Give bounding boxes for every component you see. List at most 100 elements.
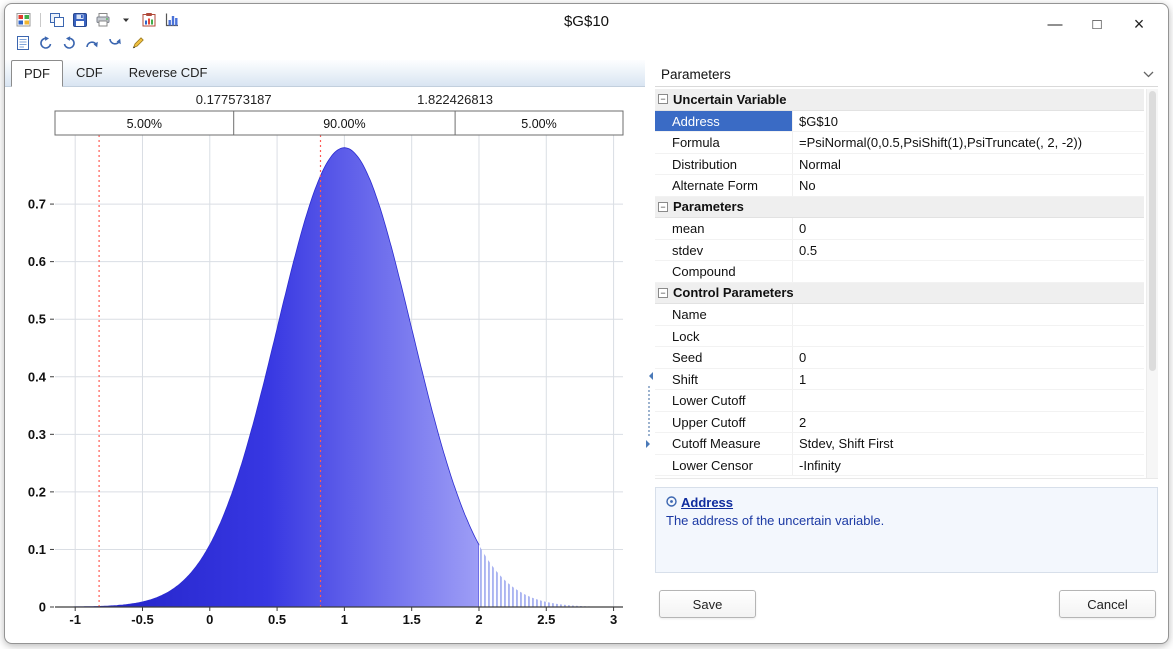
edit-icon[interactable] xyxy=(129,34,147,52)
svg-text:0.5: 0.5 xyxy=(28,312,46,327)
save-button[interactable]: Save xyxy=(659,590,756,618)
property-label: Alternate Form xyxy=(655,175,793,196)
svg-text:1.822426813: 1.822426813 xyxy=(417,92,493,107)
property-label: Upper Cutoff xyxy=(655,412,793,433)
property-row-address[interactable]: Address$G$10 xyxy=(655,111,1144,133)
svg-text:5.00%: 5.00% xyxy=(127,117,162,131)
chevron-down-icon[interactable] xyxy=(1143,71,1154,78)
group-row-uncertain-variable[interactable]: −Uncertain Variable xyxy=(655,89,1144,111)
property-label: stdev xyxy=(655,240,793,261)
rotate-up-icon[interactable] xyxy=(83,34,101,52)
toolbar-row-2 xyxy=(14,34,147,52)
maximize-button[interactable]: □ xyxy=(1076,9,1118,39)
property-label: Lower Cutoff xyxy=(655,390,793,411)
svg-text:0.6: 0.6 xyxy=(28,254,46,269)
property-value[interactable]: 0 xyxy=(793,347,1144,368)
property-value[interactable] xyxy=(793,390,1144,411)
parameters-panel: Parameters −Uncertain VariableAddress$G$… xyxy=(653,60,1168,643)
grid-scrollbar-thumb[interactable] xyxy=(1149,91,1156,371)
property-label: Name xyxy=(655,304,793,325)
svg-text:1: 1 xyxy=(341,612,348,627)
property-value[interactable] xyxy=(793,304,1144,325)
svg-text:0.4: 0.4 xyxy=(28,369,47,384)
group-label: Uncertain Variable xyxy=(673,92,786,107)
property-label: Seed xyxy=(655,347,793,368)
property-row-compound[interactable]: Compound xyxy=(655,261,1144,283)
dialog-window: $G$10 —□× PDFCDFReverse CDF 5.00%90.00%5… xyxy=(4,3,1169,644)
property-grid: −Uncertain VariableAddress$G$10Formula=P… xyxy=(655,89,1158,479)
help-link[interactable]: Address xyxy=(681,495,733,510)
tab-pdf[interactable]: PDF xyxy=(11,60,63,87)
property-value[interactable] xyxy=(793,326,1144,347)
property-row-lower-cutoff[interactable]: Lower Cutoff xyxy=(655,390,1144,412)
rotate-right-icon[interactable] xyxy=(60,34,78,52)
property-value[interactable]: Stdev, Shift First xyxy=(793,433,1144,454)
property-row-lower-censor[interactable]: Lower Censor-Infinity xyxy=(655,455,1144,477)
property-label: Lower Censor xyxy=(655,455,793,476)
collapse-icon[interactable]: − xyxy=(658,202,668,212)
property-row-stdev[interactable]: stdev0.5 xyxy=(655,240,1144,262)
window-controls: —□× xyxy=(1034,9,1160,39)
collapse-icon[interactable]: − xyxy=(658,288,668,298)
splitter-collapse-icon[interactable] xyxy=(645,372,653,380)
property-value[interactable]: 0 xyxy=(793,218,1144,239)
close-button[interactable]: × xyxy=(1118,9,1160,39)
svg-text:0.2: 0.2 xyxy=(28,484,46,499)
property-label: Cutoff Measure xyxy=(655,433,793,454)
svg-text:0.1: 0.1 xyxy=(28,542,46,557)
svg-text:0: 0 xyxy=(206,612,213,627)
dialog-content: PDFCDFReverse CDF 5.00%90.00%5.00%0.1775… xyxy=(5,60,1168,643)
group-row-control-parameters[interactable]: −Control Parameters xyxy=(655,283,1144,305)
svg-text:2.5: 2.5 xyxy=(537,612,555,627)
report-icon[interactable] xyxy=(14,34,32,52)
cancel-button[interactable]: Cancel xyxy=(1059,590,1156,618)
distribution-chart[interactable]: 5.00%90.00%5.00%0.1775731871.822426813-1… xyxy=(11,91,639,633)
property-label: Address xyxy=(655,111,793,132)
tab-strip: PDFCDFReverse CDF xyxy=(5,60,645,87)
help-text: The address of the uncertain variable. xyxy=(666,513,1147,528)
property-row-alternate-form[interactable]: Alternate FormNo xyxy=(655,175,1144,197)
property-value[interactable]: 1 xyxy=(793,369,1144,390)
tab-cdf[interactable]: CDF xyxy=(63,59,116,86)
property-label: mean xyxy=(655,218,793,239)
property-row-upper-cutoff[interactable]: Upper Cutoff2 xyxy=(655,412,1144,434)
svg-text:-1: -1 xyxy=(69,612,81,627)
property-value[interactable]: Normal xyxy=(793,154,1144,175)
property-value[interactable]: $G$10 xyxy=(793,111,1144,132)
property-row-shift[interactable]: Shift1 xyxy=(655,369,1144,391)
rotate-left-icon[interactable] xyxy=(37,34,55,52)
property-row-lock[interactable]: Lock xyxy=(655,326,1144,348)
property-row-cutoff-measure[interactable]: Cutoff MeasureStdev, Shift First xyxy=(655,433,1144,455)
panel-splitter[interactable] xyxy=(645,60,653,643)
property-row-distribution[interactable]: DistributionNormal xyxy=(655,154,1144,176)
group-label: Parameters xyxy=(673,199,744,214)
property-row-seed[interactable]: Seed0 xyxy=(655,347,1144,369)
property-row-mean[interactable]: mean0 xyxy=(655,218,1144,240)
collapse-icon[interactable]: − xyxy=(658,94,668,104)
property-value[interactable]: =PsiNormal(0,0.5,PsiShift(1),PsiTruncate… xyxy=(793,132,1144,153)
params-header-label: Parameters xyxy=(661,67,731,82)
grid-scrollbar[interactable] xyxy=(1146,89,1158,478)
svg-text:0: 0 xyxy=(39,600,46,615)
property-value[interactable]: No xyxy=(793,175,1144,196)
svg-text:1.5: 1.5 xyxy=(403,612,421,627)
svg-text:0.7: 0.7 xyxy=(28,197,46,212)
splitter-expand-icon[interactable] xyxy=(646,440,654,448)
property-value[interactable]: 2 xyxy=(793,412,1144,433)
minimize-button[interactable]: — xyxy=(1034,9,1076,39)
property-label: Lock xyxy=(655,326,793,347)
tab-reverse-cdf[interactable]: Reverse CDF xyxy=(116,59,221,86)
window-title: $G$10 xyxy=(5,13,1168,30)
property-value[interactable] xyxy=(793,261,1144,282)
property-value[interactable]: 0.5 xyxy=(793,240,1144,261)
params-header[interactable]: Parameters xyxy=(655,62,1158,87)
chart-area: 5.00%90.00%5.00%0.1775731871.822426813-1… xyxy=(11,91,643,639)
property-value[interactable]: -Infinity xyxy=(793,455,1144,476)
rotate-down-icon[interactable] xyxy=(106,34,124,52)
group-row-parameters[interactable]: −Parameters xyxy=(655,197,1144,219)
svg-text:5.00%: 5.00% xyxy=(521,117,556,131)
property-row-formula[interactable]: Formula=PsiNormal(0,0.5,PsiShift(1),PsiT… xyxy=(655,132,1144,154)
property-label: Shift xyxy=(655,369,793,390)
property-row-name[interactable]: Name xyxy=(655,304,1144,326)
svg-text:0.3: 0.3 xyxy=(28,427,46,442)
